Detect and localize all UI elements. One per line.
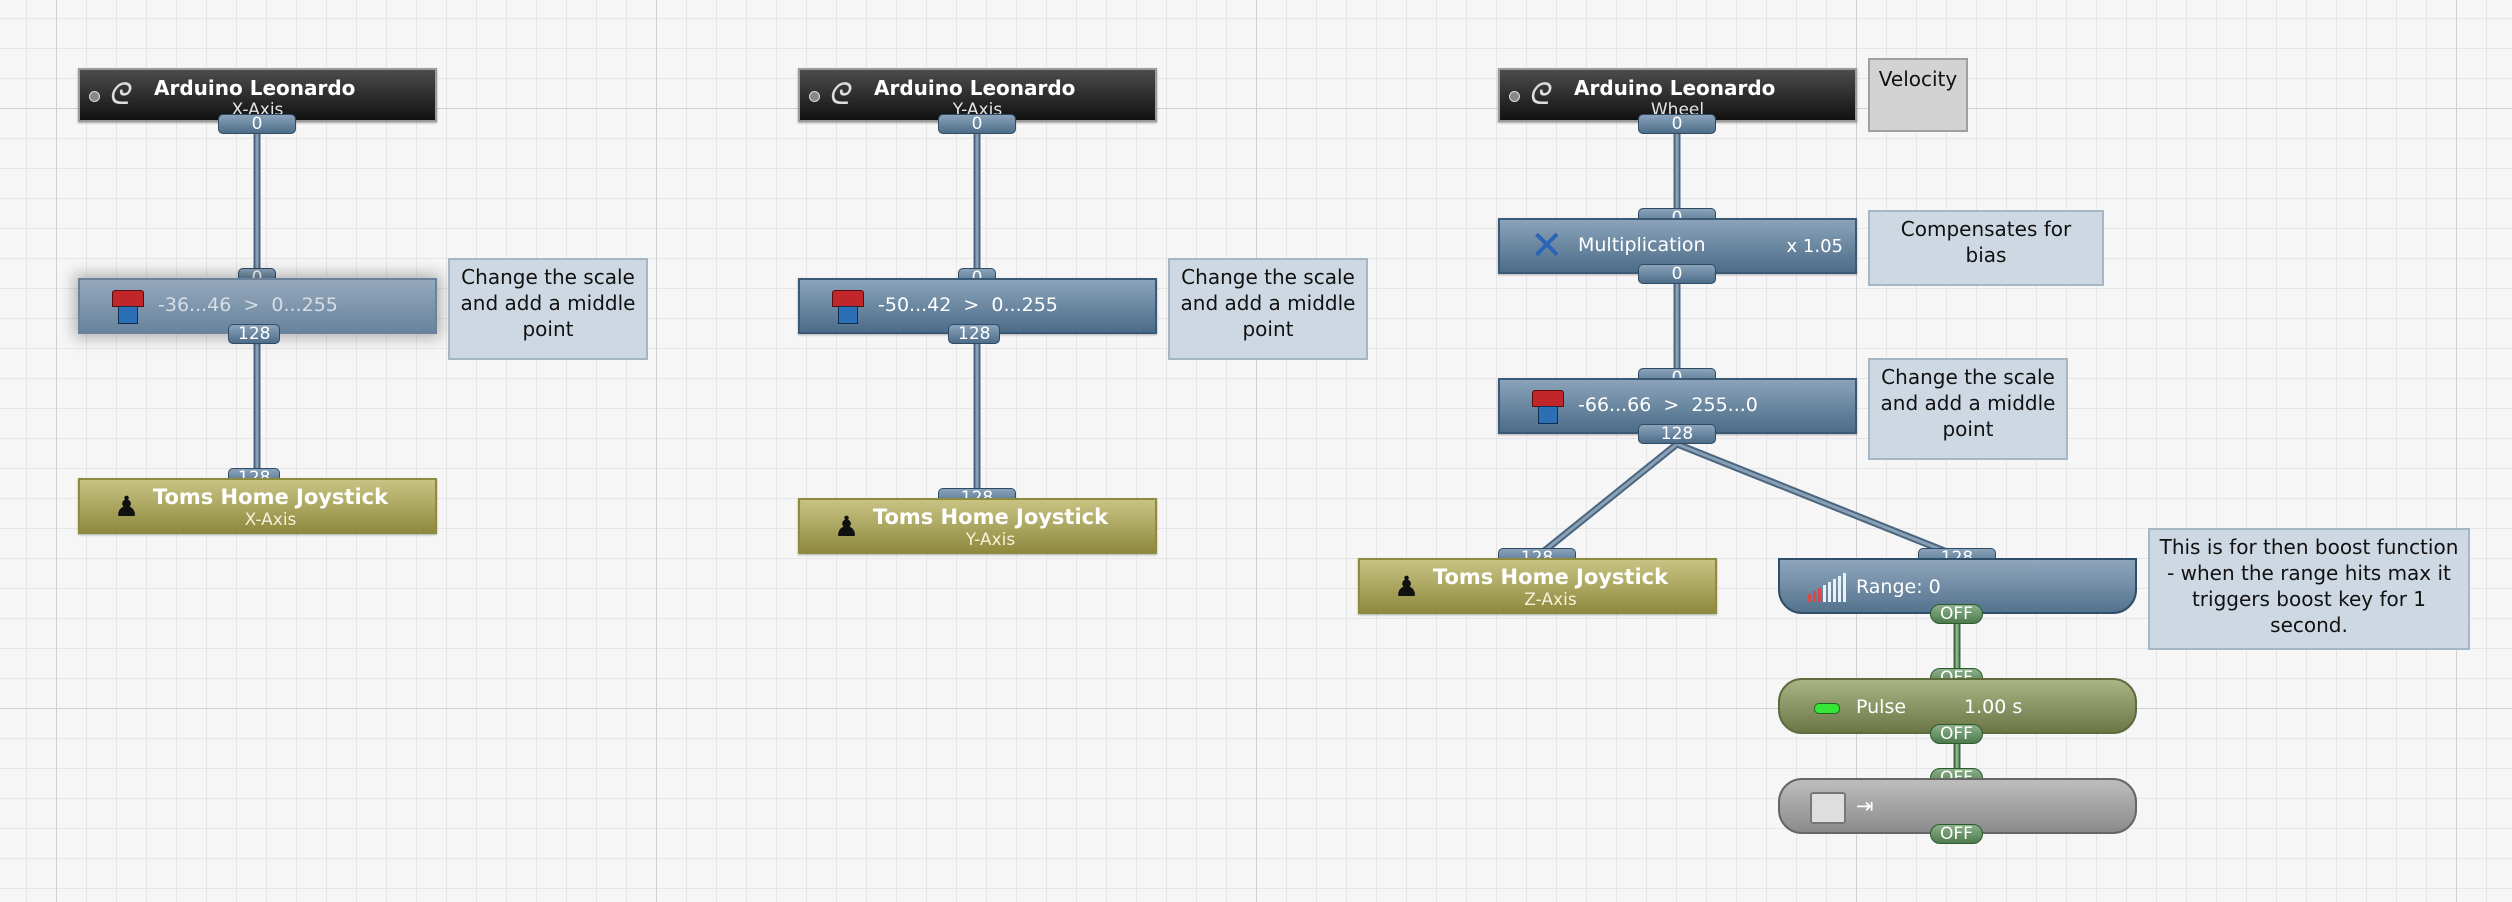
multiplier-value: x 1.05 [1786, 236, 1843, 257]
device-title: Arduino Leonardo [1574, 76, 1776, 100]
output-port[interactable]: 128 [228, 324, 281, 344]
output-port[interactable]: 0 [1638, 264, 1716, 284]
filter-label: -50...42 > 0...255 [878, 294, 1058, 316]
output-port[interactable]: 128 [1638, 424, 1716, 444]
toms-joystick-y-node[interactable]: ♟ Toms Home Joystick Y-Axis [798, 498, 1157, 554]
range-label: Range: 0 [1856, 576, 1941, 598]
connection-layer [253, 126, 1961, 770]
output-title: Toms Home Joystick [1432, 565, 1669, 589]
toms-joystick-z-node[interactable]: ♟ Toms Home Joystick Z-Axis [1358, 558, 1717, 614]
toms-joystick-x-node[interactable]: ♟ Toms Home Joystick X-Axis [78, 478, 437, 534]
multiply-icon: ✕ [1530, 223, 1564, 269]
output-port[interactable]: 128 [948, 324, 1001, 344]
keyboard-icon [1810, 792, 1846, 824]
filter-label: -36...46 > 0...255 [158, 294, 338, 316]
scale-icon [1532, 390, 1564, 424]
output-axis: Y-Axis [965, 530, 1016, 550]
pulse-duration: 1.00 s [1964, 696, 2023, 718]
comment-box[interactable]: Change the scale and add a middle point [1868, 358, 2068, 460]
output-axis: Z-Axis [1524, 590, 1577, 610]
output-port[interactable]: 0 [1638, 114, 1716, 134]
comment-box[interactable]: This is for then boost function - when t… [2148, 528, 2470, 650]
output-port[interactable]: OFF [1930, 604, 1983, 624]
output-title: Toms Home Joystick [152, 485, 389, 509]
device-title: Arduino Leonardo [154, 76, 356, 100]
output-port[interactable]: 0 [218, 114, 296, 134]
filter-label: Multiplication [1578, 234, 1706, 256]
led-icon [1814, 703, 1840, 714]
output-port[interactable]: 0 [938, 114, 1016, 134]
comment-box[interactable]: Change the scale and add a middle point [1168, 258, 1368, 360]
key-label: ⇥ [1856, 794, 1874, 818]
scale-icon [832, 290, 864, 324]
output-axis: X-Axis [244, 510, 297, 530]
comment-box[interactable]: Change the scale and add a middle point [448, 258, 648, 360]
comment-box[interactable]: Compensates for bias [1868, 210, 2104, 286]
output-port[interactable]: OFF [1930, 824, 1983, 844]
filter-label: -66...66 > 255...0 [1578, 394, 1758, 416]
scale-icon [112, 290, 144, 324]
comment-box[interactable]: Velocity [1868, 58, 1968, 132]
range-icon [1808, 572, 1846, 602]
output-title: Toms Home Joystick [872, 505, 1109, 529]
output-port[interactable]: OFF [1930, 724, 1983, 744]
pulse-label: Pulse [1856, 696, 1907, 718]
device-title: Arduino Leonardo [874, 76, 1076, 100]
